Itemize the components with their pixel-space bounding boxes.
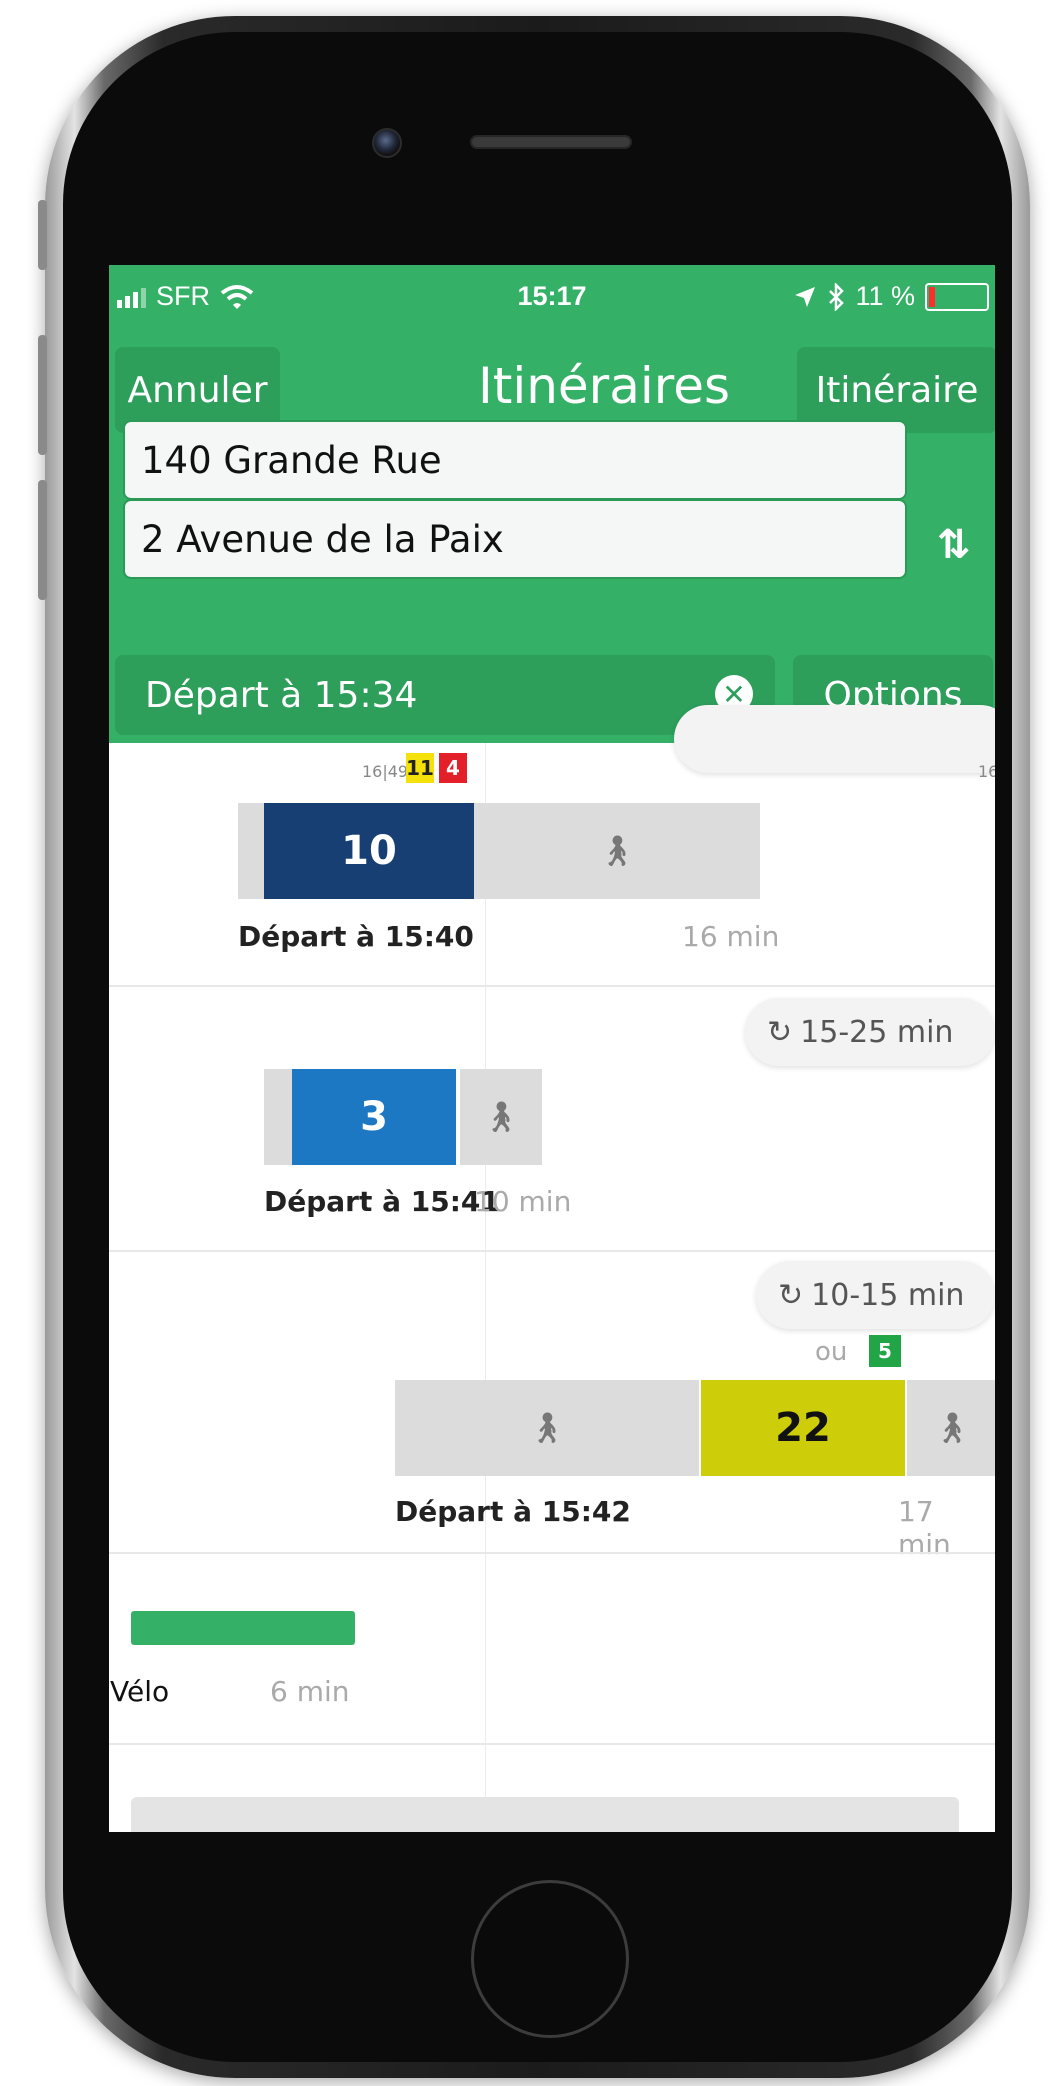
bike-bar: [131, 1611, 355, 1645]
duration-label: 10 min: [474, 1185, 572, 1218]
departure-label: Départ à 15:42: [395, 1495, 631, 1528]
line-badge-11: 11: [406, 753, 434, 783]
destination-field[interactable]: 2 Avenue de la Paix: [123, 499, 907, 579]
wait-segment: [238, 803, 264, 899]
walk-segment: 🚶︎: [907, 1380, 995, 1476]
page-title: Itinéraires: [477, 357, 731, 415]
mute-switch: [38, 200, 47, 270]
volume-down-button: [38, 480, 47, 600]
duration-label: 16 min: [682, 920, 780, 953]
walk-icon: 🚶︎: [932, 1410, 972, 1446]
refresh-icon: ↻: [778, 1277, 804, 1313]
volume-up-button: [38, 335, 47, 455]
departure-label: Départ à 15:40: [238, 920, 474, 953]
bus-line-10: 10: [264, 803, 474, 899]
route-divider: [109, 985, 995, 987]
frequency-pill: ↻ 15-25 min: [745, 998, 995, 1066]
origin-field[interactable]: 140 Grande Rue: [123, 420, 907, 500]
battery-percent: 11 %: [855, 281, 915, 311]
frequency-pill: ↻ 10-15 min: [756, 1261, 995, 1329]
walk-icon: 🚶︎: [527, 1410, 567, 1446]
duration-label: 6 min: [270, 1675, 350, 1708]
bus-line-22: 22: [701, 1380, 905, 1476]
battery-icon: [925, 282, 989, 311]
bike-mode-label: Vélo: [110, 1675, 170, 1708]
bluetooth-icon: [829, 282, 845, 311]
walk-segment: 🚶︎: [460, 1069, 542, 1165]
line-badge-4: 4: [439, 753, 467, 783]
route-card-partial: [131, 1797, 959, 1832]
route-divider: [109, 1552, 995, 1554]
alt-label: ou: [815, 1337, 848, 1367]
departure-label: Départ à 15:41: [264, 1185, 500, 1218]
line-badge-5: 5: [869, 1335, 901, 1367]
earpiece-speaker: [470, 135, 632, 149]
route-divider: [109, 1743, 995, 1745]
walk-segment: 🚶︎: [395, 1380, 699, 1476]
departure-time-selector[interactable]: Départ à 15:34 ✕: [115, 655, 775, 735]
status-bar: SFR 15:17 11 %: [109, 265, 995, 327]
walk-segment: 🚶︎: [474, 803, 760, 899]
refresh-icon: ↻: [767, 1014, 793, 1050]
location-icon: [795, 286, 816, 307]
frequency-pill-partial: [674, 705, 995, 773]
app-screen: SFR 15:17 11 % Annuler Itinéraires Itiné…: [109, 265, 995, 1832]
bus-line-3: 3: [292, 1069, 456, 1165]
frequency-label: 10-15 min: [811, 1277, 965, 1313]
battery-fill: [929, 286, 935, 307]
route-divider: [109, 1250, 995, 1252]
walk-icon: 🚶︎: [597, 833, 637, 869]
search-header: SFR 15:17 11 % Annuler Itinéraires Itiné…: [109, 265, 995, 743]
home-button[interactable]: [471, 1880, 629, 2038]
frequency-label: 15-25 min: [800, 1014, 954, 1050]
route-timeline-label-right: 16: [978, 762, 995, 781]
time-axis-line: [485, 743, 486, 1832]
wait-segment: [264, 1069, 292, 1165]
departure-time-label: Départ à 15:34: [145, 674, 418, 716]
front-camera: [372, 128, 402, 158]
route-timeline-label: 16|49: [362, 762, 409, 781]
swap-icon[interactable]: ⇅: [937, 522, 970, 568]
walk-icon: 🚶︎: [481, 1099, 521, 1135]
